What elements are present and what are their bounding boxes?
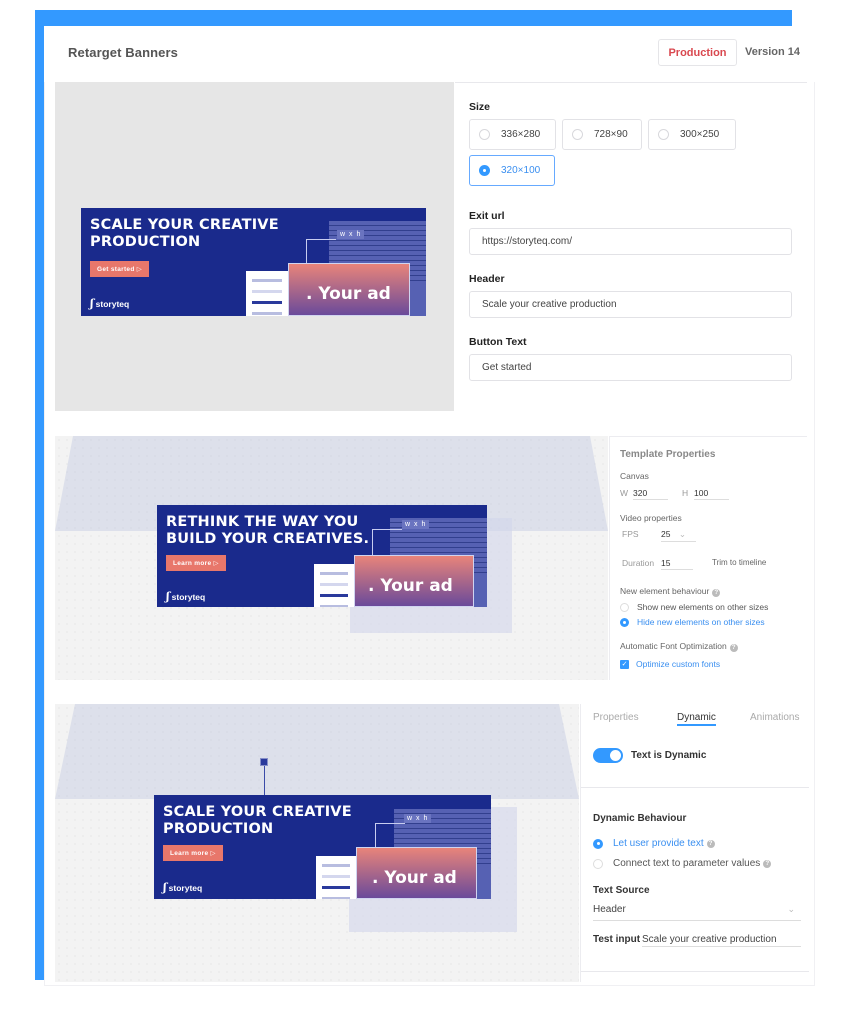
test-input-field[interactable]: Scale your creative production — [642, 934, 801, 947]
test-input-label: Test input — [593, 934, 641, 945]
fps-select[interactable]: 25 ⌄ — [661, 529, 696, 542]
size-option-728x90[interactable]: 728×90 — [562, 119, 642, 150]
tab-animations[interactable]: Animations — [750, 712, 799, 723]
new-element-behaviour-label: New element behaviour? — [620, 586, 721, 597]
height-input[interactable]: 100 — [694, 488, 729, 500]
text-source-select[interactable]: Header ⌄ — [593, 904, 801, 921]
text-dynamic-label: Text is Dynamic — [631, 750, 707, 761]
text-source-label: Text Source — [593, 885, 650, 896]
production-button[interactable]: Production — [658, 39, 737, 66]
wxh-tag: w x h — [404, 814, 432, 823]
button-text-input[interactable]: Get started — [469, 354, 792, 381]
button-text-label: Button Text — [469, 336, 527, 348]
header-label: Header — [469, 273, 505, 285]
template-properties-title: Template Properties — [620, 449, 716, 460]
duration-input[interactable]: 15 — [661, 558, 693, 570]
preview-canvas-1: w x h . Your ad SCALE YOUR CREATIVE PROD… — [55, 82, 454, 411]
preview-canvas-2: w x h . Your ad RETHINK THE WAY YOU BUIL… — [55, 436, 608, 680]
radio-icon — [593, 858, 603, 869]
banner-cta-button: Learn more ▷ — [163, 845, 223, 861]
chevron-down-icon: ⌄ — [787, 904, 795, 914]
wxh-tag: w x h — [402, 520, 430, 529]
banner-headline: RETHINK THE WAY YOU BUILD YOUR CREATIVES… — [166, 514, 370, 547]
ad-text: . Your ad — [368, 576, 453, 596]
help-icon[interactable]: ? — [763, 859, 772, 868]
decorative-triangle — [55, 704, 579, 799]
selection-handle[interactable] — [260, 758, 268, 766]
tab-dynamic[interactable]: Dynamic — [677, 712, 716, 726]
duration-label: Duration — [622, 558, 655, 568]
height-label: H — [682, 488, 689, 498]
banner-settings-panel: Size 336×280 728×90 300×250 320×100 Exit… — [455, 82, 807, 411]
hide-new-elements-option[interactable]: Hide new elements on other sizes — [620, 617, 765, 627]
size-option-336x280[interactable]: 336×280 — [469, 119, 556, 150]
width-label: W — [620, 488, 629, 498]
chevron-down-icon: ⌄ — [678, 529, 686, 539]
radio-icon — [479, 129, 490, 140]
radio-icon — [658, 129, 669, 140]
radio-selected-icon — [620, 617, 629, 627]
ad-text: . Your ad — [306, 284, 391, 304]
help-icon[interactable]: ? — [706, 839, 715, 848]
trim-to-timeline-button[interactable]: Trim to timeline — [712, 558, 766, 567]
dynamic-properties-panel: Properties Dynamic Animations Text is Dy… — [580, 704, 809, 982]
help-icon[interactable]: ? — [712, 589, 721, 597]
ad-text: . Your ad — [372, 868, 457, 888]
banner-headline: SCALE YOUR CREATIVE PRODUCTION — [163, 804, 352, 837]
storyteq-logo: ʃ storyteq — [163, 881, 203, 894]
video-properties-label: Video properties — [620, 513, 682, 523]
help-icon[interactable]: ? — [729, 644, 738, 652]
preview-canvas-3: w x h . Your ad SCALE YOUR CREATIVE PROD… — [55, 704, 579, 982]
template-properties-panel: Template Properties Canvas W 320 H 100 V… — [609, 436, 807, 680]
page-title: Retarget Banners — [68, 45, 178, 60]
storyteq-logo: ʃ storyteq — [166, 590, 206, 603]
font-optimization-label: Automatic Font Optimization? — [620, 641, 738, 652]
version-label[interactable]: Version 14 — [745, 46, 800, 58]
radio-icon — [620, 602, 629, 612]
tab-properties[interactable]: Properties — [593, 712, 639, 723]
banner-preview-2[interactable]: w x h . Your ad RETHINK THE WAY YOU BUIL… — [157, 505, 487, 607]
banner-cta-button: Learn more ▷ — [166, 555, 226, 571]
banner-preview-3[interactable]: w x h . Your ad SCALE YOUR CREATIVE PROD… — [154, 795, 491, 899]
header-input[interactable]: Scale your creative production — [469, 291, 792, 318]
banner-cta-button: Get started ▷ — [90, 261, 150, 277]
connect-to-parameter-option[interactable]: Connect text to parameter values? — [593, 858, 772, 869]
document-graphic — [314, 564, 354, 607]
storyteq-logo: ʃ storyteq — [90, 297, 130, 310]
canvas-label: Canvas — [620, 471, 649, 481]
size-label: Size — [469, 101, 491, 113]
wxh-tag: w x h — [337, 230, 365, 239]
storyteq-logo-icon: ʃ — [90, 297, 94, 310]
app-header: Retarget Banners Production Version 14 — [44, 26, 815, 82]
exit-url-input[interactable]: https://storyteq.com/ — [469, 228, 792, 255]
storyteq-logo-icon: ʃ — [163, 881, 167, 894]
checkbox-checked-icon: ✓ — [620, 659, 629, 669]
exit-url-label: Exit url — [469, 210, 505, 222]
size-option-320x100[interactable]: 320×100 — [469, 155, 555, 186]
width-input[interactable]: 320 — [633, 488, 668, 500]
document-graphic — [316, 856, 356, 899]
radio-icon — [572, 129, 583, 140]
show-new-elements-option[interactable]: Show new elements on other sizes — [620, 602, 768, 612]
banner-preview-1[interactable]: w x h . Your ad SCALE YOUR CREATIVE PROD… — [81, 208, 426, 316]
banner-headline: SCALE YOUR CREATIVE PRODUCTION — [90, 217, 279, 250]
document-graphic — [246, 271, 288, 316]
dynamic-behaviour-title: Dynamic Behaviour — [593, 813, 687, 824]
fps-label: FPS — [622, 529, 639, 539]
storyteq-logo-icon: ʃ — [166, 590, 170, 603]
optimize-fonts-checkbox[interactable]: ✓ Optimize custom fonts — [620, 659, 720, 669]
text-dynamic-toggle[interactable] — [593, 748, 623, 763]
size-option-300x250[interactable]: 300×250 — [648, 119, 736, 150]
radio-selected-icon — [593, 838, 603, 849]
let-user-provide-text-option[interactable]: Let user provide text? — [593, 838, 715, 849]
radio-selected-icon — [479, 165, 490, 176]
